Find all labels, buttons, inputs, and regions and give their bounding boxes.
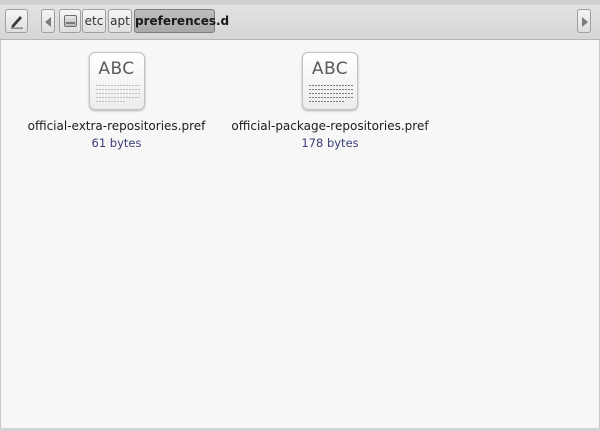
breadcrumb-etc[interactable]: etc <box>82 9 106 33</box>
breadcrumb-root-drive[interactable] <box>59 9 81 33</box>
breadcrumb-scroll-right-button[interactable] <box>577 9 591 33</box>
arrow-right-icon <box>582 17 588 27</box>
file-name: official-package-repositories.pref <box>231 119 429 133</box>
file-size: 178 bytes <box>301 136 359 150</box>
file-size: 61 bytes <box>91 136 142 150</box>
document-icon-lines <box>95 85 140 105</box>
file-icon-view[interactable]: ABC official-extra-repositories.pref 61 … <box>0 40 600 428</box>
document-icon-lines <box>309 85 353 105</box>
text-document-icon: ABC <box>88 52 145 110</box>
breadcrumb-scroll-left-button[interactable] <box>41 9 55 33</box>
path-toolbar: etc apt preferences.d <box>0 0 600 40</box>
file-manager-window: etc apt preferences.d ABC official-extra… <box>0 0 600 431</box>
edit-location-button[interactable] <box>5 9 28 33</box>
drive-icon <box>64 15 77 27</box>
window-top-edge <box>0 0 600 5</box>
file-name: official-extra-repositories.pref <box>27 119 206 133</box>
breadcrumb-apt[interactable]: apt <box>108 9 132 33</box>
file-item[interactable]: ABC official-extra-repositories.pref 61 … <box>19 52 214 150</box>
text-document-icon: ABC <box>302 52 358 110</box>
breadcrumb-preferences-d[interactable]: preferences.d <box>134 9 229 33</box>
arrow-left-icon <box>45 17 51 27</box>
document-icon-text: ABC <box>98 59 135 79</box>
pencil-edit-icon <box>9 13 25 29</box>
file-item[interactable]: ABC official-package-repositories.pref 1… <box>230 52 430 150</box>
document-icon-text: ABC <box>311 59 349 79</box>
